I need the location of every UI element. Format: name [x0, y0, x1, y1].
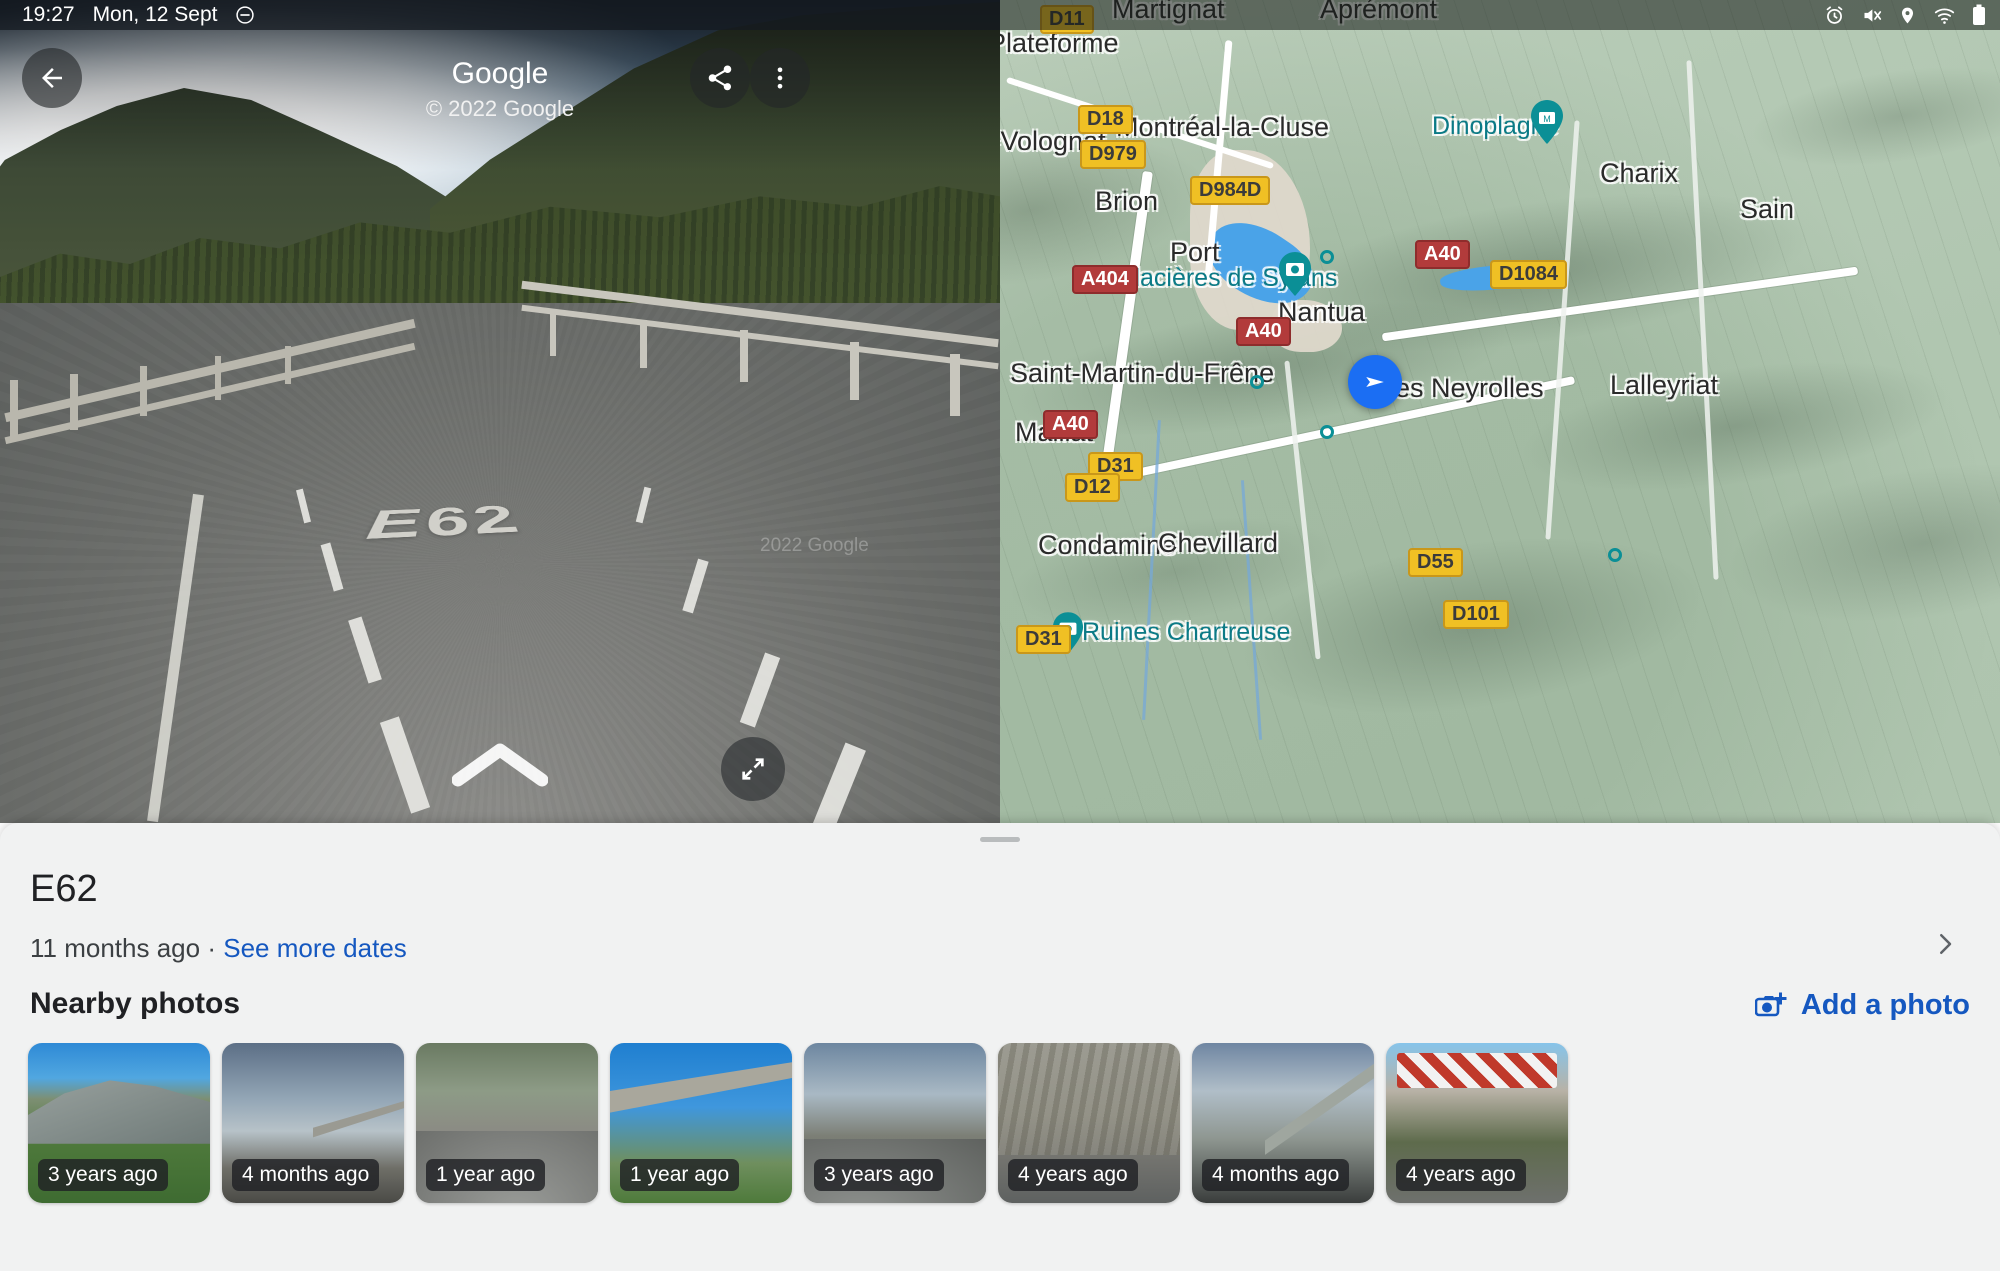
add-photo-label: Add a photo [1800, 989, 1970, 1021]
list-item[interactable]: 1 year ago [610, 1043, 792, 1203]
thumbnail-age-chip: 4 years ago [1396, 1159, 1526, 1191]
sheet-drag-handle[interactable] [980, 837, 1020, 842]
status-bar: 19:27 Mon, 12 Sept [0, 0, 1000, 30]
alarm-icon [1826, 5, 1843, 24]
do-not-disturb-icon [236, 6, 255, 24]
share-icon [708, 65, 732, 91]
back-arrow-icon [42, 68, 62, 88]
map-label: Nantua [1278, 297, 1366, 327]
app-root: E62 2022 Google Google © 2022 Google Pla… [0, 0, 2000, 1271]
chevron-up-icon [452, 743, 548, 787]
road-shield: A404 [1072, 265, 1138, 294]
thumbnail-age-chip: 4 months ago [1202, 1159, 1350, 1191]
road-shield: D12 [1065, 473, 1120, 502]
thumbnail-age-chip: 4 months ago [232, 1159, 380, 1191]
google-watermark: 2022 Google [760, 535, 869, 556]
road-shield: D55 [1408, 548, 1463, 577]
photo-pin-icon[interactable] [1278, 252, 1312, 296]
location-icon [1901, 7, 1914, 23]
road-marking-e62: E62 [354, 498, 531, 551]
move-forward-button[interactable] [450, 737, 550, 793]
photo-date-row: 11 months ago · See more dates [30, 933, 407, 964]
map-panel[interactable]: Martignat Aprémont Plateforme x-Volognat… [1000, 0, 2000, 823]
road-shield: D979 [1080, 140, 1146, 169]
expand-icon [742, 758, 764, 780]
page-title: E62 [30, 868, 98, 910]
share-button[interactable] [690, 48, 750, 108]
road-shield: A40 [1236, 317, 1291, 346]
thumbnail-age-chip: 4 years ago [1008, 1159, 1138, 1191]
street-view-panel[interactable]: E62 2022 Google Google © 2022 Google [0, 0, 1000, 823]
list-item[interactable]: 4 months ago [222, 1043, 404, 1203]
map-label: Sain [1740, 194, 1795, 224]
thumbnail-age-chip: 1 year ago [620, 1159, 740, 1191]
see-more-dates-link[interactable]: See more dates [223, 933, 407, 963]
poi-dot[interactable] [1320, 250, 1334, 264]
status-bar-icons [1824, 4, 1986, 26]
add-photo-button[interactable]: Add a photo [1754, 989, 1970, 1022]
map-poi-label-ruines[interactable]: Ruines Chartreuse [1082, 618, 1290, 647]
road-shield: D31 [1016, 625, 1071, 654]
expand-button[interactable] [721, 737, 785, 801]
map-label: Brion [1095, 186, 1159, 216]
map-label: Les Neyrolles [1380, 373, 1544, 403]
nearby-photos-heading: Nearby photos [30, 987, 241, 1020]
museum-pin-icon[interactable]: M [1530, 100, 1564, 144]
thumbnail-age-chip: 3 years ago [38, 1159, 168, 1191]
map-label: Saint-Martin-du-Frêne [1010, 358, 1275, 388]
list-item[interactable]: 1 year ago [416, 1043, 598, 1203]
status-time: 19:27 [22, 3, 75, 26]
poi-dot[interactable] [1320, 425, 1334, 439]
thumbnail-age-chip: 3 years ago [814, 1159, 944, 1191]
detail-chevron-button[interactable] [1930, 929, 1960, 964]
add-photo-icon [1754, 992, 1787, 1016]
map-label: Condamine [1038, 530, 1177, 560]
road-shield: D984D [1190, 176, 1271, 205]
list-item[interactable]: 4 years ago [1386, 1043, 1568, 1203]
mute-icon [1864, 8, 1882, 22]
road-shield: D18 [1078, 105, 1133, 134]
navigation-marker[interactable] [1348, 355, 1402, 409]
nearby-photos-strip[interactable]: 3 years ago 4 months ago 1 year ago 1 ye… [0, 1043, 2000, 1223]
guardrail-right [520, 250, 1000, 416]
separator-dot: · [207, 933, 216, 963]
map-label: Charix [1600, 158, 1679, 188]
list-item[interactable]: 3 years ago [804, 1043, 986, 1203]
wifi-icon [1934, 8, 1955, 24]
status-date: Mon, 12 Sept [92, 3, 218, 26]
list-item[interactable]: 4 months ago [1192, 1043, 1374, 1203]
list-item[interactable]: 4 years ago [998, 1043, 1180, 1203]
battery-icon [1973, 4, 1985, 25]
map-label: Lalleyriat [1610, 370, 1719, 400]
bottom-sheet[interactable]: E62 11 months ago · See more dates Nearb… [0, 823, 2000, 1271]
road-shield: A40 [1043, 410, 1098, 439]
svg-text:M: M [1543, 114, 1551, 124]
back-button[interactable] [22, 48, 82, 108]
poi-dot[interactable] [1250, 375, 1264, 389]
road-shield: D101 [1443, 600, 1509, 629]
top-region: E62 2022 Google Google © 2022 Google Pla… [0, 0, 2000, 823]
road-shield: D1084 [1490, 260, 1567, 289]
more-options-icon [777, 67, 783, 89]
poi-dot[interactable] [1608, 548, 1622, 562]
road-shield: A40 [1415, 240, 1470, 269]
more-options-button[interactable] [750, 48, 810, 108]
photo-date: 11 months ago [30, 933, 201, 963]
list-item[interactable]: 3 years ago [28, 1043, 210, 1203]
navigation-chevron-icon [1366, 377, 1384, 387]
map-label: Chevillard [1158, 528, 1279, 558]
chevron-right-icon [1940, 934, 1952, 954]
thumbnail-age-chip: 1 year ago [426, 1159, 546, 1191]
map-label: Montréal-la-Cluse [1116, 112, 1330, 142]
guardrail-left [0, 270, 420, 460]
